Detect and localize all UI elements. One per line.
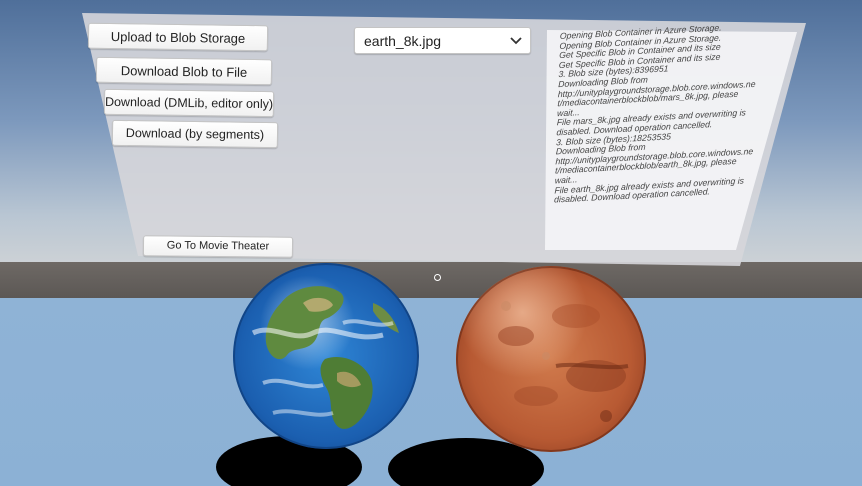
mars-surface-icon — [456, 266, 646, 452]
file-select-value: earth_8k.jpg — [364, 33, 442, 49]
earth-continents-icon — [233, 263, 419, 449]
download-file-button[interactable]: Download Blob to File — [95, 56, 273, 86]
upload-button[interactable]: Upload to Blob Storage — [87, 22, 269, 52]
download-file-button-label: Download Blob to File — [120, 63, 248, 80]
log-output-text: Opening Blob Container in Azure Storage.… — [554, 22, 760, 206]
chevron-down-icon — [510, 37, 522, 45]
movie-theater-button-label: Go To Movie Theater — [166, 239, 270, 253]
gaze-reticle — [434, 274, 441, 281]
mars-globe[interactable] — [456, 266, 646, 452]
download-segments-button-label: Download (by segments) — [125, 126, 265, 142]
movie-theater-button[interactable]: Go To Movie Theater — [142, 235, 294, 258]
earth-globe[interactable] — [233, 263, 419, 449]
download-dmlib-button[interactable]: Download (DMLib, editor only) — [103, 88, 275, 118]
horizon-wall — [0, 262, 862, 302]
vr-scene: Upload to Blob Storage Download Blob to … — [0, 0, 862, 486]
file-select-dropdown[interactable]: earth_8k.jpg — [354, 27, 531, 54]
download-segments-button[interactable]: Download (by segments) — [111, 119, 279, 149]
download-dmlib-button-label: Download (DMLib, editor only) — [104, 94, 274, 112]
upload-button-label: Upload to Blob Storage — [110, 29, 246, 46]
